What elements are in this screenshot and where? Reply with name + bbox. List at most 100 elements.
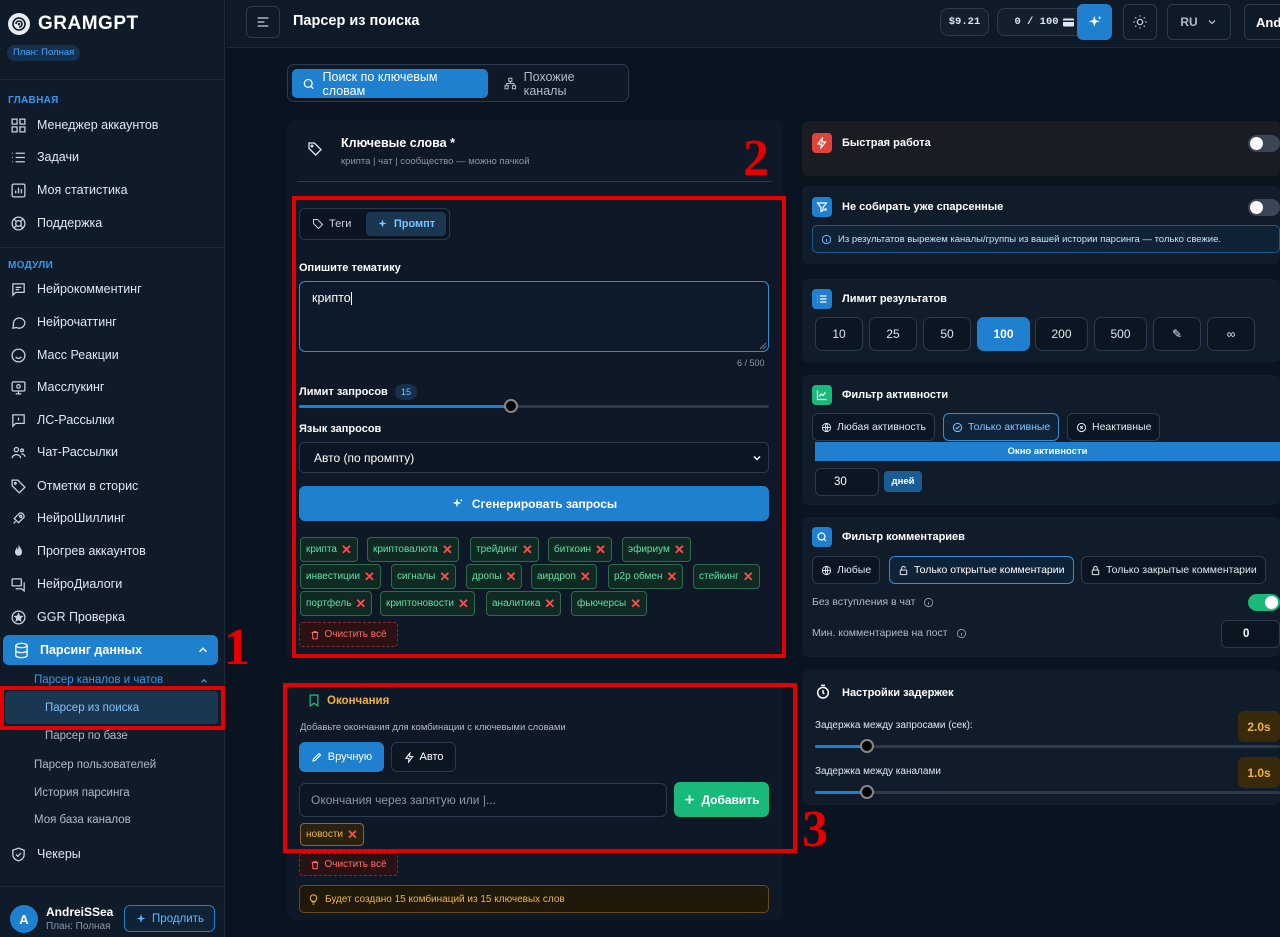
user-menu-label: And bbox=[1256, 14, 1280, 30]
limit-option[interactable]: 200 bbox=[1035, 317, 1088, 351]
combinations-info: Будет создано 15 комбинаций из 15 ключев… bbox=[299, 885, 769, 913]
sidebar-item-ggr-check[interactable]: GGR Проверка bbox=[0, 602, 225, 632]
star-circle-icon bbox=[11, 609, 26, 625]
comments-closed-button[interactable]: Только закрытые комментарии bbox=[1081, 556, 1266, 584]
sidebar-item-story-tags[interactable]: Отметки в сторис bbox=[0, 471, 225, 501]
sidebar: GRAMGPT План: Полная ГЛАВНАЯ Менеджер ак… bbox=[0, 0, 225, 937]
clear-endings-button[interactable]: Очистить всё bbox=[299, 853, 398, 876]
usage-value: 0 / 100 bbox=[1014, 16, 1059, 28]
annotation-number-3: 3 bbox=[802, 801, 828, 858]
tab-keyword-search[interactable]: Поиск по ключевым словам bbox=[292, 69, 488, 98]
sub-item-base-parser[interactable]: Парсер по базе bbox=[45, 730, 128, 742]
delay-channels-handle[interactable] bbox=[860, 785, 874, 799]
sidebar-item-neurochatting[interactable]: Нейрочаттинг bbox=[0, 307, 225, 337]
avatar[interactable]: A bbox=[10, 905, 38, 933]
balance-badge[interactable]: $9.21 bbox=[940, 8, 989, 36]
limit-custom-pencil-icon[interactable]: ✎ bbox=[1153, 317, 1201, 351]
sidebar-item-label: Отметки в сторис bbox=[37, 479, 139, 493]
min-comments-input[interactable]: 0 bbox=[1221, 620, 1280, 648]
sidebar-item-dm-mailing[interactable]: ЛС-Рассылки bbox=[0, 405, 225, 435]
sidebar-item-data-parsing[interactable]: Парсинг данных bbox=[3, 635, 218, 665]
sub-item-parse-history[interactable]: История парсинга bbox=[34, 787, 130, 799]
sidebar-item-neuroshilling[interactable]: НейроШиллинг bbox=[0, 503, 225, 533]
delay-channels-value: 1.0s bbox=[1238, 757, 1280, 788]
sub-item-users-parser[interactable]: Парсер пользователей bbox=[34, 759, 156, 771]
logo[interactable]: GRAMGPT bbox=[8, 13, 139, 35]
sidebar-item-support[interactable]: Поддержка bbox=[0, 208, 225, 238]
menu-toggle-button[interactable] bbox=[246, 6, 280, 38]
delay-requests-value: 2.0s bbox=[1238, 711, 1280, 742]
dialogs-icon bbox=[11, 577, 25, 592]
activity-active-button[interactable]: Только активные bbox=[943, 413, 1060, 441]
limit-option[interactable]: 50 bbox=[923, 317, 971, 351]
message-icon bbox=[12, 413, 25, 428]
check-circle-icon bbox=[952, 422, 963, 432]
delay-requests-handle[interactable] bbox=[860, 739, 874, 753]
sidebar-item-tasks[interactable]: Задачи bbox=[0, 142, 225, 172]
sidebar-item-neurodialogs[interactable]: НейроДиалоги bbox=[0, 569, 225, 599]
renew-button[interactable]: Продлить bbox=[124, 905, 215, 932]
divider bbox=[297, 181, 772, 182]
skip-parsed-label: Не собирать уже спарсенные bbox=[842, 201, 1004, 213]
annotation-number-2: 2 bbox=[743, 130, 769, 187]
activity-any-button[interactable]: Любая активность bbox=[812, 413, 935, 441]
sidebar-item-masslooking[interactable]: Масслукинг bbox=[0, 372, 225, 402]
fast-work-toggle[interactable] bbox=[1248, 135, 1280, 152]
sidebar-item-label: Чекеры bbox=[37, 847, 81, 861]
activity-days-unit: дней bbox=[884, 471, 922, 492]
limit-unlimited-infinity-icon[interactable]: ∞ bbox=[1207, 317, 1255, 351]
sidebar-item-accounts[interactable]: Менеджер аккаунтов bbox=[0, 110, 225, 140]
limit-option[interactable]: 500 bbox=[1094, 317, 1147, 351]
min-comments-label: Мин. комментариев на пост bbox=[812, 627, 967, 639]
comments-any-button[interactable]: Любые bbox=[812, 556, 881, 584]
hierarchy-icon bbox=[504, 77, 517, 90]
sidebar-item-warmup[interactable]: Прогрев аккаунтов bbox=[0, 536, 225, 566]
sidebar-item-label: Парсинг данных bbox=[40, 643, 143, 657]
search-mode-tabs: Поиск по ключевым словам Похожие каналы bbox=[287, 64, 629, 102]
sidebar-item-label: Чат-Рассылки bbox=[37, 445, 118, 459]
skip-parsed-toggle[interactable] bbox=[1248, 199, 1280, 216]
sub-group-channel-parser[interactable]: Парсер каналов и чатов bbox=[34, 674, 163, 686]
ai-button[interactable] bbox=[1077, 4, 1112, 40]
top-header: Парсер из поиска $9.21 0 / 100 RU And bbox=[226, 0, 1280, 48]
comments-open-button[interactable]: Только открытые комментарии bbox=[889, 556, 1074, 584]
database-icon bbox=[15, 642, 28, 658]
sidebar-item-label: НейроШиллинг bbox=[37, 511, 126, 525]
limit-option-selected[interactable]: 100 bbox=[977, 317, 1030, 351]
activity-filter-label: Фильтр активности bbox=[842, 389, 949, 401]
sidebar-item-label: ЛС-Рассылки bbox=[37, 413, 115, 427]
app-name: GRAMGPT bbox=[38, 13, 139, 34]
sidebar-item-checkers[interactable]: Чекеры bbox=[0, 839, 225, 869]
user-menu-button[interactable]: And bbox=[1244, 4, 1280, 40]
sidebar-item-stats[interactable]: Моя статистика bbox=[0, 175, 225, 205]
sidebar-item-chat-mailing[interactable]: Чат-Рассылки bbox=[0, 437, 225, 467]
sidebar-item-mass-reactions[interactable]: Масс Реакции bbox=[0, 340, 225, 370]
tab-label: Похожие каналы bbox=[523, 69, 575, 98]
section-title-main: ГЛАВНАЯ bbox=[8, 95, 59, 106]
chevron-up-icon[interactable] bbox=[199, 676, 209, 686]
skip-parsed-info-text: Из результатов вырежем каналы/группы из … bbox=[838, 233, 1222, 245]
delay-requests-track[interactable] bbox=[815, 745, 1280, 748]
divider bbox=[0, 79, 225, 80]
chat-icon bbox=[12, 316, 26, 329]
info-icon bbox=[956, 628, 966, 638]
limit-option[interactable]: 10 bbox=[815, 317, 863, 351]
tag-icon bbox=[11, 478, 26, 494]
tab-similar-channels[interactable]: Похожие каналы bbox=[494, 69, 628, 98]
limit-option[interactable]: 25 bbox=[869, 317, 917, 351]
no-join-toggle[interactable] bbox=[1248, 594, 1280, 611]
sidebar-item-label: Масслукинг bbox=[37, 380, 105, 394]
language-select[interactable]: RU bbox=[1167, 4, 1231, 40]
activity-days-input[interactable]: 30 bbox=[815, 468, 879, 496]
divider bbox=[0, 247, 225, 248]
activity-inactive-button[interactable]: Неактивные bbox=[1067, 413, 1161, 441]
sub-item-channel-base[interactable]: Моя база каналов bbox=[34, 814, 131, 826]
theme-toggle-button[interactable] bbox=[1123, 4, 1157, 40]
sidebar-item-neurocommenting[interactable]: Нейрокомментинг bbox=[0, 274, 225, 304]
chevron-up-icon bbox=[198, 647, 208, 653]
delay-channels-track[interactable] bbox=[815, 791, 1280, 794]
no-join-label: Без вступления в чат bbox=[812, 596, 934, 608]
globe-icon bbox=[821, 565, 832, 575]
smile-icon bbox=[11, 347, 26, 363]
sidebar-item-label: Поддержка bbox=[37, 216, 103, 230]
